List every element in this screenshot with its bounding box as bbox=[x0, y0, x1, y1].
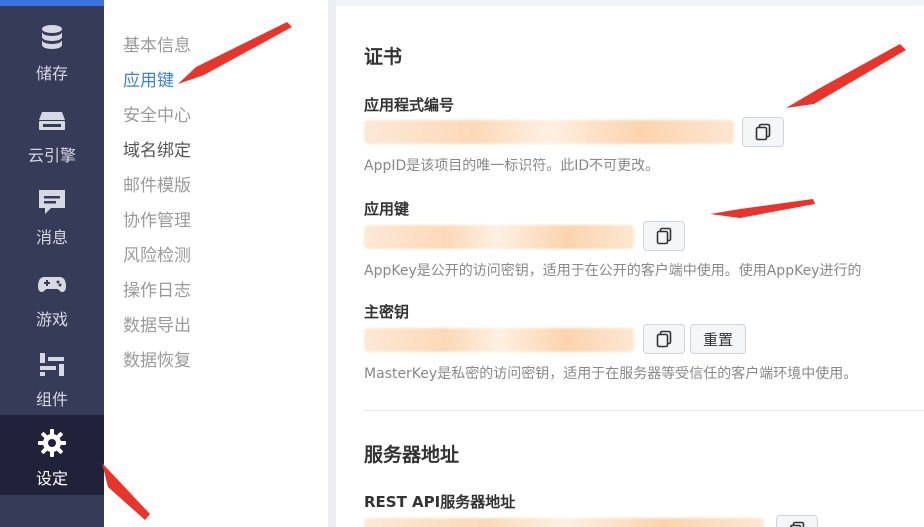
top-strip bbox=[336, 0, 924, 6]
components-icon bbox=[40, 353, 64, 376]
database-icon bbox=[42, 25, 62, 49]
submenu-item-risk-detection[interactable]: 风险检测 bbox=[123, 241, 191, 266]
master-key-label: 主密钥 bbox=[364, 303, 410, 321]
sidebar-item-cloud-engine[interactable]: 云引擎 bbox=[0, 92, 104, 172]
submenu-item-app-keys[interactable]: 应用键 bbox=[123, 66, 174, 91]
app-key-value-redacted[interactable] bbox=[364, 225, 634, 249]
app-id-value-redacted[interactable] bbox=[364, 120, 734, 144]
master-key-help-text: MasterKey是私密的访问密钥，适用于在服务器等受信任的客户端环境中使用。 bbox=[364, 366, 858, 382]
sidebar-item-label: 组件 bbox=[35, 390, 68, 409]
sidebar-item-messages[interactable]: 消息 bbox=[0, 174, 104, 254]
submenu-item-operation-log[interactable]: 操作日志 bbox=[123, 276, 191, 301]
copy-app-key-button[interactable] bbox=[643, 221, 685, 251]
submenu-item-data-restore[interactable]: 数据恢复 bbox=[123, 346, 191, 371]
cloud-engine-icon bbox=[39, 112, 65, 130]
rest-api-value-redacted[interactable] bbox=[364, 518, 764, 527]
certificate-section-title: 证书 bbox=[364, 46, 403, 68]
section-divider bbox=[364, 410, 924, 411]
sidebar-item-label: 云引擎 bbox=[27, 146, 76, 165]
gear-icon bbox=[38, 429, 66, 457]
app-id-label: 应用程式编号 bbox=[364, 96, 455, 114]
submenu-item-email-templates[interactable]: 邮件模版 bbox=[123, 171, 191, 196]
app-id-help-text: AppID是该项目的唯一标识符。此ID不可更改。 bbox=[364, 158, 660, 174]
gamepad-icon bbox=[38, 277, 66, 292]
sidebar-item-settings[interactable]: 设定 bbox=[0, 415, 104, 495]
copy-rest-api-button[interactable] bbox=[776, 515, 818, 527]
app-key-label: 应用键 bbox=[364, 200, 410, 218]
sidebar-item-storage[interactable]: 储存 bbox=[0, 10, 104, 90]
copy-master-key-button[interactable] bbox=[643, 324, 685, 354]
content-gutter bbox=[328, 0, 336, 527]
app-key-help-text: AppKey是公开的访问密钥，适用于在公开的客户端中使用。使用AppKey进行的 bbox=[364, 263, 862, 279]
sidebar-accent-bar bbox=[0, 0, 104, 6]
server-address-section-title: 服务器地址 bbox=[364, 444, 460, 466]
copy-icon bbox=[656, 227, 672, 245]
copy-icon bbox=[656, 330, 672, 348]
submenu-item-domain-binding[interactable]: 域名绑定 bbox=[123, 136, 191, 161]
copy-icon bbox=[789, 521, 805, 527]
sidebar-item-label: 游戏 bbox=[35, 310, 68, 329]
sidebar-item-components[interactable]: 组件 bbox=[0, 336, 104, 416]
submenu-item-data-export[interactable]: 数据导出 bbox=[123, 311, 191, 336]
master-key-value-redacted[interactable] bbox=[364, 328, 634, 352]
main-content: 证书 应用程式编号 AppID是该项目的唯一标识符。此ID不可更改。 应用键 A… bbox=[336, 0, 924, 527]
settings-submenu: 基本信息 应用键 安全中心 域名绑定 邮件模版 协作管理 风险检测 操作日志 数… bbox=[104, 0, 328, 527]
icon-sidebar: 储存 云引擎 消息 游戏 组件 设定 bbox=[0, 0, 104, 527]
sidebar-item-label: 消息 bbox=[35, 228, 68, 247]
rest-api-label: REST API服务器地址 bbox=[364, 493, 516, 511]
submenu-item-basic-info[interactable]: 基本信息 bbox=[123, 31, 191, 56]
copy-app-id-button[interactable] bbox=[742, 117, 784, 147]
sidebar-item-games[interactable]: 游戏 bbox=[0, 256, 104, 336]
submenu-item-collaboration[interactable]: 协作管理 bbox=[123, 206, 191, 231]
message-icon bbox=[39, 190, 65, 214]
submenu-item-security-center[interactable]: 安全中心 bbox=[123, 101, 191, 126]
sidebar-item-label: 储存 bbox=[35, 64, 68, 83]
copy-icon bbox=[755, 123, 771, 141]
reset-master-key-button[interactable]: 重置 bbox=[690, 324, 746, 354]
sidebar-item-label: 设定 bbox=[35, 469, 68, 488]
